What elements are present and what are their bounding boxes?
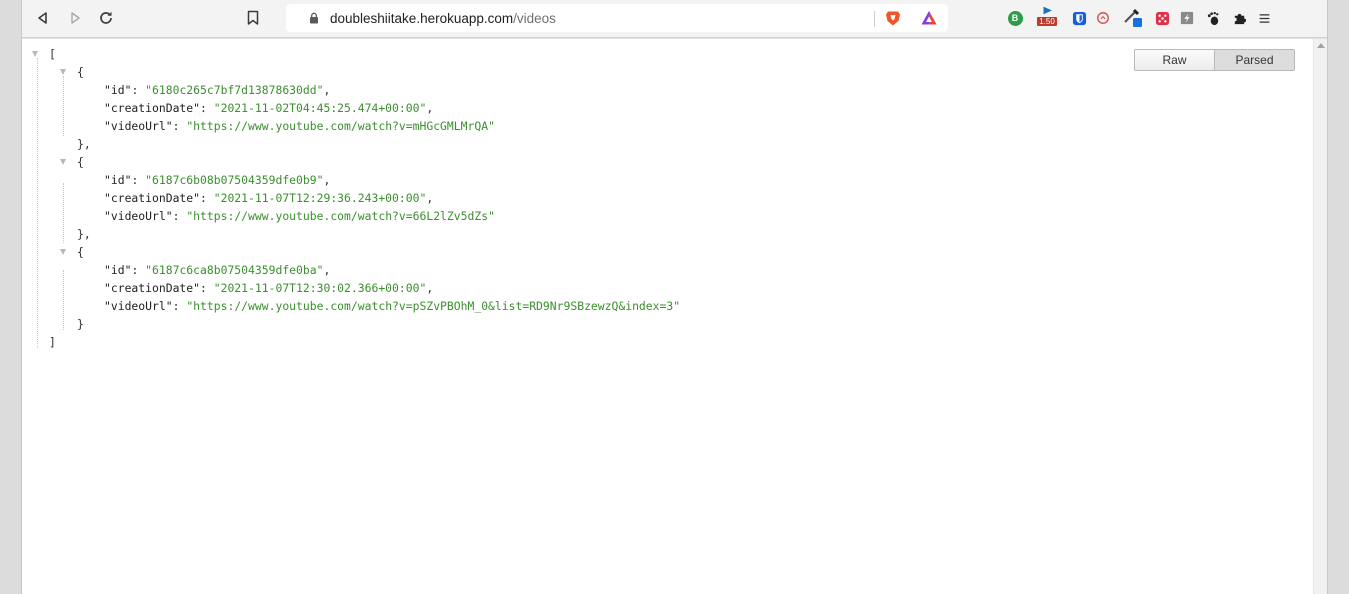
json-property-id: "id": "6187c6b08b07504359dfe0b9", (104, 173, 331, 187)
gnome-foot-icon[interactable] (1204, 9, 1222, 27)
b-extension-icon[interactable]: B (1006, 9, 1024, 27)
reload-button[interactable] (95, 7, 117, 29)
object-open-brace: { (77, 245, 84, 259)
json-property-creationdate: "creationDate": "2021-11-07T12:29:36.243… (104, 191, 434, 205)
tree-guide (37, 58, 38, 348)
bitwarden-icon[interactable] (1070, 9, 1088, 27)
view-toggle: Raw Parsed (1134, 49, 1295, 71)
url-text[interactable]: doubleshiitake.herokuapp.com/videos (330, 11, 556, 26)
vertical-scrollbar[interactable] (1313, 39, 1327, 594)
root-close-bracket: ] (49, 335, 56, 349)
json-property-videourl: "videoUrl": "https://www.youtube.com/wat… (104, 119, 495, 133)
window-frame-right (1327, 0, 1349, 594)
back-button[interactable] (32, 7, 54, 29)
json-value-creationdate: 2021-11-02T04:45:25.474+00:00 (220, 101, 420, 115)
collapse-toggle-icon[interactable] (60, 249, 66, 255)
forward-button[interactable] (64, 7, 86, 29)
window-frame-left (0, 0, 22, 594)
json-property-videourl: "videoUrl": "https://www.youtube.com/wat… (104, 209, 495, 223)
json-value-id: 6187c6b08b07504359dfe0b9 (152, 173, 317, 187)
lock-icon (310, 12, 318, 24)
tree-guide (63, 183, 64, 243)
bookmark-icon[interactable] (246, 10, 260, 26)
timer-icon[interactable] (1094, 9, 1112, 27)
json-value-videourl: https://www.youtube.com/watch?v=pSZvPBOh… (193, 299, 674, 313)
object-open-brace: { (77, 65, 84, 79)
collapse-toggle-icon[interactable] (60, 159, 66, 165)
scroll-up-arrow-icon[interactable] (1317, 43, 1325, 48)
address-bar[interactable]: doubleshiitake.herokuapp.com/videos (286, 4, 948, 32)
json-value-id: 6187c6ca8b07504359dfe0ba (152, 263, 317, 277)
json-property-id: "id": "6180c265c7bf7d13878630dd", (104, 83, 331, 97)
json-value-creationdate: 2021-11-07T12:30:02.366+00:00 (220, 281, 420, 295)
url-path: /videos (513, 11, 556, 26)
root-open-bracket: [ (49, 47, 56, 61)
json-property-videourl: "videoUrl": "https://www.youtube.com/wat… (104, 299, 681, 313)
json-property-creationdate: "creationDate": "2021-11-07T12:30:02.366… (104, 281, 434, 295)
tree-guide (63, 76, 64, 136)
browser-window: doubleshiitake.herokuapp.com/videos B 1.… (0, 0, 1349, 594)
forward-icon (71, 12, 80, 24)
json-value-videourl: https://www.youtube.com/watch?v=66L2lZv5… (193, 209, 489, 223)
speed-badge: 1.50 (1037, 17, 1057, 26)
address-bar-divider (874, 11, 875, 27)
browser-toolbar: doubleshiitake.herokuapp.com/videos B 1.… (22, 0, 1327, 38)
tree-guide (63, 270, 64, 330)
json-value-videourl: https://www.youtube.com/watch?v=mHGcGMLM… (193, 119, 489, 133)
reload-icon (100, 11, 112, 24)
brave-shields-icon[interactable] (884, 9, 902, 27)
json-value-id: 6180c265c7bf7d13878630dd (152, 83, 317, 97)
json-value-creationdate: 2021-11-07T12:29:36.243+00:00 (220, 191, 420, 205)
url-host: doubleshiitake.herokuapp.com (330, 11, 514, 26)
puzzle-icon[interactable] (1230, 9, 1248, 27)
brave-rewards-icon[interactable] (920, 9, 938, 27)
video-speed-icon[interactable]: 1.50 (1037, 6, 1059, 28)
back-icon (38, 12, 47, 24)
object-close-brace: } (77, 317, 84, 331)
object-open-brace: { (77, 155, 84, 169)
parsed-button[interactable]: Parsed (1214, 49, 1295, 71)
object-close-brace: }, (77, 137, 91, 151)
json-property-creationdate: "creationDate": "2021-11-02T04:45:25.474… (104, 101, 434, 115)
json-viewer: Raw Parsed [ { "id": "6180c265c7bf7d1387… (22, 39, 1313, 594)
collapse-toggle-icon[interactable] (32, 51, 38, 57)
collapse-toggle-icon[interactable] (60, 69, 66, 75)
object-close-brace: }, (77, 227, 91, 241)
dice-icon[interactable] (1153, 9, 1171, 27)
raw-button[interactable]: Raw (1134, 49, 1215, 71)
eyedropper-icon[interactable] (1122, 6, 1144, 28)
json-property-id: "id": "6187c6ca8b07504359dfe0ba", (104, 263, 331, 277)
zap-icon[interactable] (1178, 9, 1196, 27)
menu-icon[interactable] (1255, 9, 1273, 27)
